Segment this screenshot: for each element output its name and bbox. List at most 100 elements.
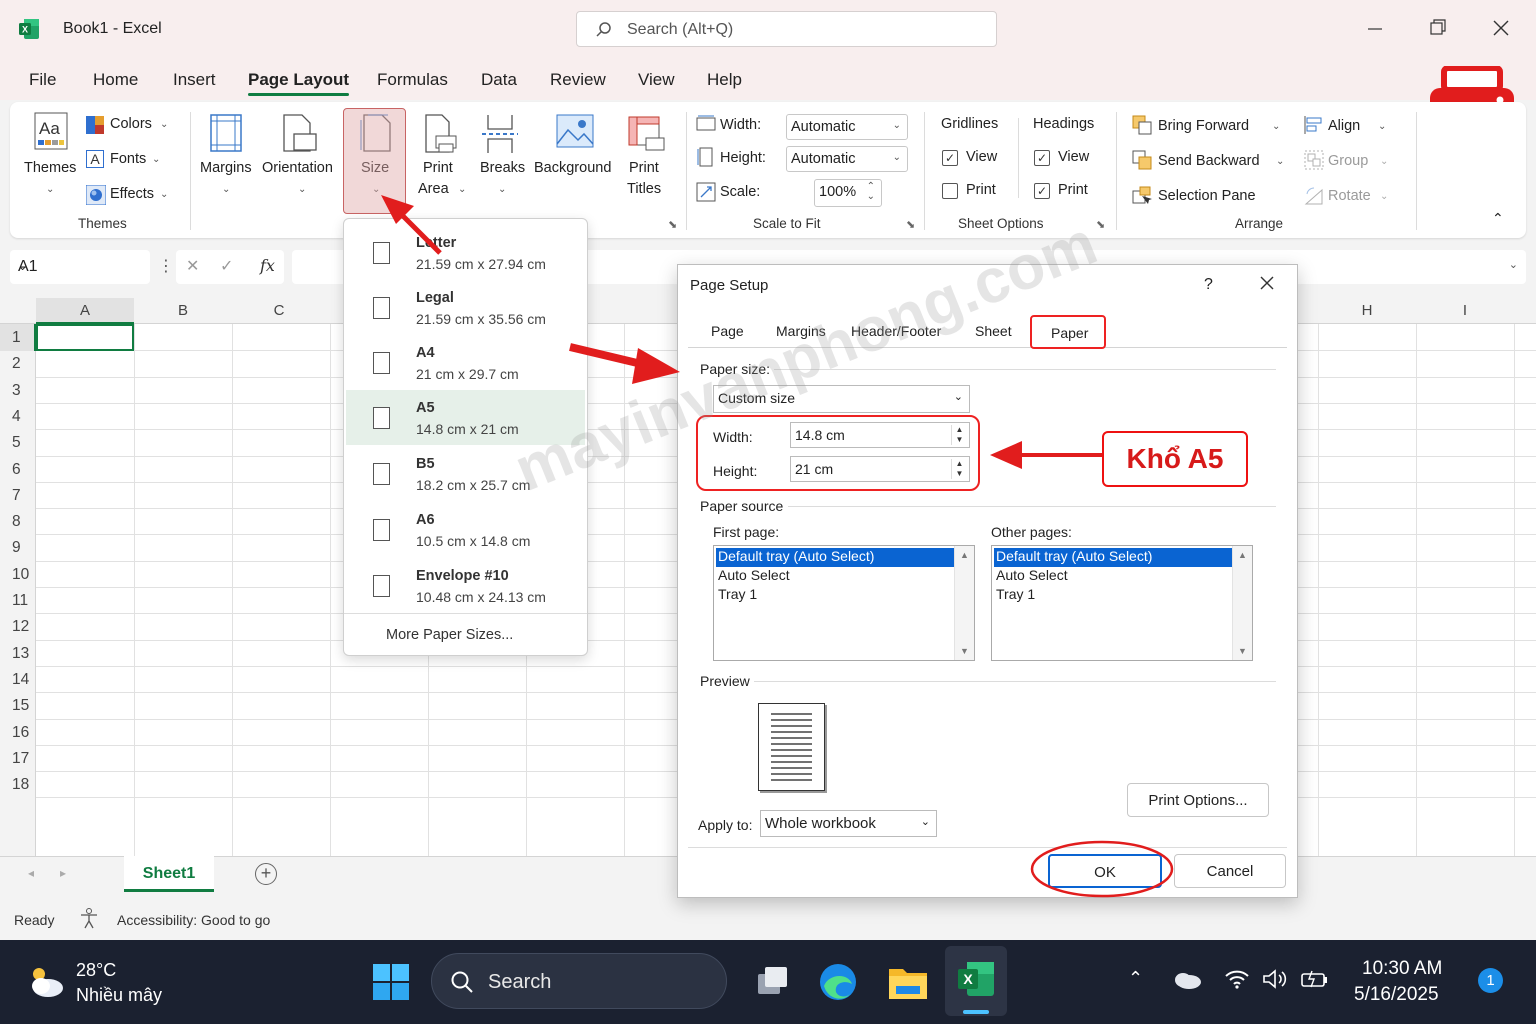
chevron-down-icon[interactable]: ⌄ <box>1276 156 1284 167</box>
size-option-legal[interactable]: Legal 21.59 cm x 35.56 cm <box>346 280 585 335</box>
print-options-button[interactable]: Print Options... <box>1127 783 1269 817</box>
collapse-ribbon-icon[interactable]: ⌃ <box>1492 210 1504 227</box>
tab-page[interactable]: Page <box>711 323 744 339</box>
chevron-down-icon[interactable]: ⌄ <box>1378 121 1386 132</box>
bring-forward-button[interactable]: Bring Forward <box>1158 118 1249 134</box>
search-input[interactable]: Search (Alt+Q) <box>576 11 997 47</box>
minimize-button[interactable] <box>1365 18 1385 38</box>
first-page-list[interactable]: Default tray (Auto Select) Auto Select T… <box>713 545 975 661</box>
column-header-i[interactable]: I <box>1416 302 1514 319</box>
clock-date[interactable]: 5/16/2025 <box>1354 984 1439 1006</box>
row-header[interactable]: 12 <box>0 618 36 636</box>
menu-view[interactable]: View <box>638 70 675 90</box>
selection-pane-button[interactable]: Selection Pane <box>1158 188 1256 204</box>
row-header[interactable]: 5 <box>0 434 36 452</box>
background-button[interactable]: Background <box>532 108 618 204</box>
row-header[interactable]: 13 <box>0 645 36 663</box>
more-options-icon[interactable]: ⋮ <box>158 256 174 276</box>
close-icon[interactable] <box>1259 275 1275 291</box>
tab-margins[interactable]: Margins <box>776 323 826 339</box>
effects-button[interactable]: Effects ⌄ <box>84 184 184 208</box>
send-backward-button[interactable]: Send Backward <box>1158 153 1260 169</box>
menu-review[interactable]: Review <box>550 70 606 90</box>
row-header[interactable]: 4 <box>0 408 36 426</box>
cancel-button[interactable]: Cancel <box>1174 854 1286 888</box>
task-view-icon[interactable] <box>756 964 790 998</box>
close-button[interactable] <box>1491 18 1511 38</box>
taskbar-search[interactable]: Search <box>431 953 727 1009</box>
list-item[interactable]: Default tray (Auto Select) <box>994 548 1232 567</box>
row-header[interactable]: 8 <box>0 513 36 531</box>
orientation-button[interactable]: Orientation ⌄ <box>262 108 342 204</box>
start-icon[interactable] <box>373 964 409 1000</box>
menu-insert[interactable]: Insert <box>173 70 216 90</box>
sheet-tab-sheet1[interactable]: Sheet1 <box>124 856 214 892</box>
row-header[interactable]: 9 <box>0 539 36 557</box>
row-header[interactable]: 6 <box>0 461 36 479</box>
scale-spinner[interactable]: 100% ⌃ ⌄ <box>814 179 882 207</box>
headings-view-checkbox[interactable]: ✓ <box>1034 150 1050 166</box>
scrollbar[interactable]: ▲ ▼ <box>954 546 974 660</box>
add-sheet-icon[interactable]: + <box>255 863 277 885</box>
row-header[interactable]: 18 <box>0 776 36 794</box>
gridlines-view-checkbox[interactable]: ✓ <box>942 150 958 166</box>
scroll-up-icon[interactable]: ▲ <box>1238 550 1247 560</box>
row-header[interactable]: 17 <box>0 750 36 768</box>
volume-icon[interactable] <box>1262 968 1290 990</box>
size-option-a5[interactable]: A5 14.8 cm x 21 cm <box>346 390 585 445</box>
notification-badge[interactable]: 1 <box>1478 968 1503 993</box>
tab-header-footer[interactable]: Header/Footer <box>851 323 941 339</box>
scroll-right-icon[interactable]: ▸ <box>60 866 66 880</box>
size-option-letter[interactable]: Letter 21.59 cm x 27.94 cm <box>346 225 585 280</box>
rotate-button[interactable]: Rotate <box>1328 188 1371 204</box>
row-header[interactable]: 14 <box>0 671 36 689</box>
scrollbar[interactable]: ▲ ▼ <box>1232 546 1252 660</box>
expand-formula-icon[interactable]: ⌄ <box>1509 258 1518 271</box>
restore-button[interactable] <box>1428 18 1448 38</box>
menu-page-layout[interactable]: Page Layout <box>248 70 350 96</box>
tab-sheet[interactable]: Sheet <box>975 323 1012 339</box>
list-item[interactable]: Tray 1 <box>994 586 1232 605</box>
onedrive-icon[interactable] <box>1172 970 1202 990</box>
size-option-a6[interactable]: A6 10.5 cm x 14.8 cm <box>346 502 585 557</box>
list-item[interactable]: Auto Select <box>716 567 954 586</box>
apply-to-select[interactable]: Whole workbook ⌄ <box>760 810 937 837</box>
clock-time[interactable]: 10:30 AM <box>1362 958 1442 980</box>
menu-data[interactable]: Data <box>481 70 517 90</box>
spinner-arrows-icon[interactable]: ⌃ ⌄ <box>867 182 875 202</box>
breaks-button[interactable]: Breaks ⌄ <box>476 108 528 204</box>
wifi-icon[interactable] <box>1224 968 1250 990</box>
row-header[interactable]: 10 <box>0 566 36 584</box>
scroll-down-icon[interactable]: ▼ <box>960 646 969 656</box>
enter-icon[interactable]: ✓ <box>220 256 233 276</box>
column-header-b[interactable]: B <box>134 302 232 319</box>
chevron-down-icon[interactable]: ⌄ <box>1272 121 1280 132</box>
menu-file[interactable]: File <box>29 70 56 90</box>
row-header[interactable]: 11 <box>0 592 36 610</box>
align-button[interactable]: Align <box>1328 118 1360 134</box>
paper-size-select[interactable]: Custom size ⌄ <box>713 385 970 413</box>
headings-print-checkbox[interactable]: ✓ <box>1034 183 1050 199</box>
margins-button[interactable]: Margins ⌄ <box>198 108 258 204</box>
accessibility-icon[interactable] <box>78 906 102 930</box>
size-option-a4[interactable]: A4 21 cm x 29.7 cm <box>346 335 585 390</box>
height-dropdown[interactable]: Automatic ⌄ <box>786 146 908 172</box>
themes-button[interactable]: Aa Themes ⌄ <box>18 108 82 204</box>
row-header[interactable]: 1 <box>0 329 36 347</box>
row-header[interactable]: 16 <box>0 724 36 742</box>
battery-icon[interactable] <box>1300 968 1328 990</box>
size-option-envelope-10[interactable]: Envelope #10 10.48 cm x 24.13 cm <box>346 558 585 613</box>
scroll-down-icon[interactable]: ▼ <box>1238 646 1247 656</box>
group-button[interactable]: Group <box>1328 153 1368 169</box>
menu-formulas[interactable]: Formulas <box>377 70 448 90</box>
fonts-button[interactable]: A Fonts ⌄ <box>84 149 184 173</box>
row-header[interactable]: 7 <box>0 487 36 505</box>
sheet-options-launcher-icon[interactable]: ⬊ <box>1096 218 1105 231</box>
menu-home[interactable]: Home <box>93 70 138 90</box>
scroll-up-icon[interactable]: ▲ <box>960 550 969 560</box>
weather-icon[interactable] <box>26 962 66 1002</box>
file-explorer-icon[interactable] <box>888 964 928 1000</box>
page-setup-launcher-icon[interactable]: ⬊ <box>668 218 677 231</box>
insert-function-button[interactable]: fx <box>260 256 275 275</box>
column-header-c[interactable]: C <box>232 302 326 319</box>
